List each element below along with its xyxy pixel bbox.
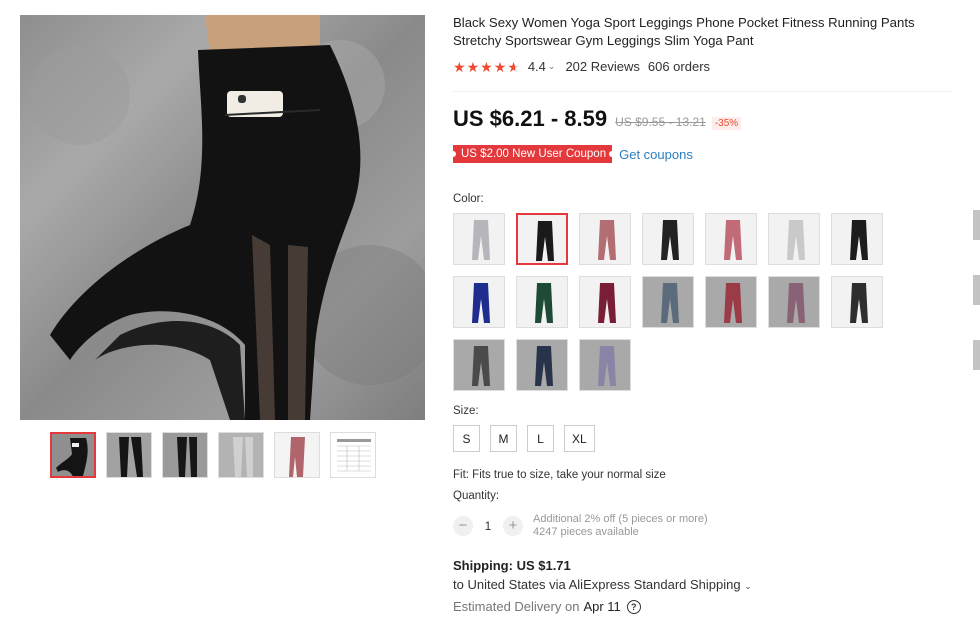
color-label: Color: <box>453 193 484 205</box>
color-swatch-dark-gray[interactable] <box>453 339 505 391</box>
shipping-price: US $1.71 <box>516 558 571 573</box>
fit-note: Fit: Fits true to size, take your normal… <box>453 469 666 481</box>
color-swatch-wine-red[interactable] <box>705 276 757 328</box>
get-coupons-link[interactable]: Get coupons <box>619 147 693 162</box>
delivery-label: Estimated Delivery on <box>453 599 580 614</box>
size-option-l[interactable]: L <box>527 425 554 452</box>
size-option-s[interactable]: S <box>453 425 480 452</box>
edge-thumbnail <box>973 340 980 370</box>
quantity-note: Additional 2% off (5 pieces or more) 424… <box>533 513 708 539</box>
discount-badge: -35% <box>711 117 742 130</box>
shipping-route[interactable]: to United States via AliExpress Standard… <box>453 577 741 592</box>
shipping-cost: Shipping: US $1.71 <box>453 558 571 573</box>
original-price: US $9.55 - 13.21 <box>615 115 706 129</box>
main-product-image[interactable] <box>20 15 425 420</box>
thumbnail-4[interactable] <box>218 432 264 478</box>
orders-count: 606 orders <box>647 59 711 74</box>
color-swatch-charcoal[interactable] <box>831 276 883 328</box>
decrease-quantity-button[interactable]: − <box>453 516 473 536</box>
color-swatch-black[interactable] <box>831 213 883 265</box>
thumbnail-3[interactable] <box>162 432 208 478</box>
color-swatch-black-mesh[interactable] <box>516 213 568 265</box>
shipping-method[interactable]: to United States via AliExpress Standard… <box>453 577 752 592</box>
delivery-date: Apr 11 <box>583 599 621 614</box>
increase-quantity-button[interactable]: + <box>503 516 523 536</box>
rating-value[interactable]: 4.4 <box>528 59 546 74</box>
star-icon: ★ <box>493 58 507 75</box>
edge-thumbnail <box>973 210 980 240</box>
rating-row: ★ ★ ★ ★ ★ 4.4 ⌄ 202 Reviews 606 orders <box>453 59 710 74</box>
quantity-value[interactable]: 1 <box>473 519 503 533</box>
color-swatches <box>453 213 893 391</box>
color-swatch-mauve[interactable] <box>768 276 820 328</box>
divider <box>453 91 953 92</box>
color-swatch-dark-green[interactable] <box>516 276 568 328</box>
color-swatch-pink[interactable] <box>705 213 757 265</box>
color-swatch-light-gray[interactable] <box>768 213 820 265</box>
reviews-count[interactable]: 202 Reviews <box>565 59 639 74</box>
stock-available: 4247 pieces available <box>533 526 639 538</box>
shipping-label: Shipping: <box>453 558 513 573</box>
quantity-stepper: − 1 + Additional 2% off (5 pieces or mor… <box>453 513 708 539</box>
color-swatch-rose[interactable] <box>579 213 631 265</box>
color-swatch-royal-blue[interactable] <box>453 276 505 328</box>
size-options: S M L XL <box>453 425 595 452</box>
product-title: Black Sexy Women Yoga Sport Leggings Pho… <box>453 15 915 48</box>
chevron-down-icon[interactable]: ⌄ <box>744 581 752 591</box>
color-swatch-burgundy[interactable] <box>579 276 631 328</box>
color-swatch-black-pocket[interactable] <box>642 213 694 265</box>
quantity-label: Quantity: <box>453 490 500 502</box>
color-swatch-navy[interactable] <box>516 339 568 391</box>
thumbnail-size-chart[interactable] <box>330 432 376 478</box>
star-rating: ★ ★ ★ ★ ★ <box>453 60 520 74</box>
price-row: US $6.21 - 8.59 US $9.55 - 13.21 -35% <box>453 106 742 132</box>
color-swatch-blue-gray[interactable] <box>642 276 694 328</box>
thumbnail-1[interactable] <box>50 432 96 478</box>
help-icon[interactable]: ? <box>626 599 641 614</box>
star-icon: ★ <box>480 58 493 75</box>
thumbnail-2[interactable] <box>106 432 152 478</box>
estimated-delivery: Estimated Delivery on Apr 11 ? <box>453 599 641 614</box>
half-star-icon: ★ <box>507 58 520 75</box>
star-icon: ★ <box>466 58 480 75</box>
coupon-row: US $2.00 New User Coupon Get coupons <box>453 145 693 163</box>
thumbnail-5[interactable] <box>274 432 320 478</box>
edge-thumbnail <box>973 275 980 305</box>
size-option-m[interactable]: M <box>490 425 517 452</box>
thumbnail-strip <box>50 432 376 478</box>
right-edge-panel <box>970 0 980 621</box>
chevron-down-icon[interactable]: ⌄ <box>548 61 556 72</box>
new-user-coupon[interactable]: US $2.00 New User Coupon <box>453 145 613 163</box>
leggings-photo <box>30 15 425 420</box>
color-swatch-gray-mesh[interactable] <box>453 213 505 265</box>
size-label: Size: <box>453 405 479 417</box>
color-swatch-lavender[interactable] <box>579 339 631 391</box>
size-option-xl[interactable]: XL <box>564 425 595 452</box>
star-icon: ★ <box>453 58 466 75</box>
bulk-discount-note: Additional 2% off (5 pieces or more) <box>533 513 708 525</box>
current-price: US $6.21 - 8.59 <box>453 106 608 131</box>
